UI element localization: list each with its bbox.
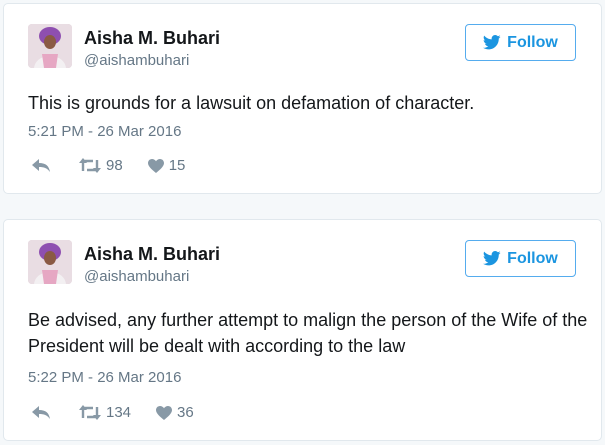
bird-icon: [483, 251, 501, 266]
user-handle[interactable]: @aishambuhari: [84, 267, 189, 287]
tweet-actions: 134 36: [32, 404, 194, 421]
like-count: 15: [168, 157, 186, 174]
tweet-actions: 98 15: [32, 157, 185, 174]
bird-icon: [483, 35, 501, 50]
like-button[interactable]: 36: [156, 404, 194, 421]
like-count: 36: [177, 404, 194, 421]
tweet-text: This is grounds for a lawsuit on defamat…: [28, 93, 475, 113]
avatar[interactable]: [28, 240, 72, 284]
like-button[interactable]: 15: [147, 157, 186, 174]
reply-icon: [32, 405, 50, 419]
retweet-count: 134: [106, 404, 132, 421]
heart-icon: [147, 158, 164, 173]
tweet-timestamp[interactable]: 5:21 PM - 26 Mar 2016: [28, 122, 181, 142]
retweet-count: 98: [106, 157, 123, 174]
retweet-button[interactable]: 98: [79, 157, 123, 174]
tweet-text: Be advised, any further attempt to malig…: [28, 310, 588, 356]
reply-icon: [32, 158, 50, 172]
retweet-icon: [79, 405, 101, 420]
reply-button[interactable]: [32, 158, 51, 173]
avatar[interactable]: [28, 24, 72, 68]
tweet-card: Aisha M. Buhari @aishambuhari Follow Thi…: [3, 3, 602, 194]
follow-button[interactable]: Follow: [465, 24, 576, 61]
heart-icon: [156, 405, 173, 420]
follow-button[interactable]: Follow: [465, 240, 576, 277]
retweet-icon: [79, 158, 101, 173]
tweet-timestamp[interactable]: 5:22 PM - 26 Mar 2016: [28, 368, 181, 388]
reply-button[interactable]: [32, 405, 51, 420]
user-handle[interactable]: @aishambuhari: [84, 51, 189, 71]
follow-label: Follow: [507, 33, 558, 51]
follow-label: Follow: [507, 249, 558, 267]
display-name[interactable]: Aisha M. Buhari: [84, 27, 220, 49]
tweet-card: Aisha M. Buhari @aishambuhari Follow Be …: [3, 219, 602, 441]
display-name[interactable]: Aisha M. Buhari: [84, 243, 220, 265]
retweet-button[interactable]: 134: [79, 404, 131, 421]
